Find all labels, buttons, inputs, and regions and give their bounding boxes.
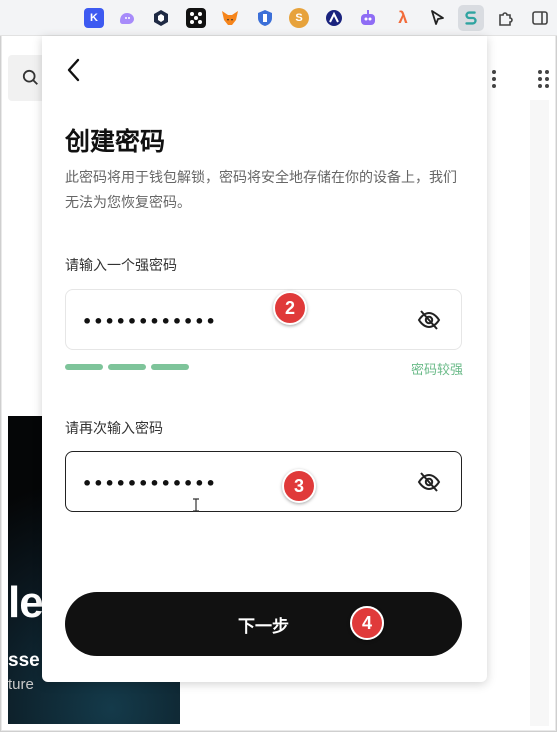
- robot-extension-icon[interactable]: [358, 8, 378, 28]
- password-input[interactable]: ••••••••••••: [65, 289, 462, 350]
- background-hero-heading: le: [8, 578, 44, 627]
- strength-segment: [65, 364, 103, 370]
- page-description: 此密码将用于钱包解锁，密码将安全地存储在你的设备上，我们无法为您恢复密码。: [65, 170, 457, 211]
- back-button[interactable]: [62, 56, 86, 84]
- s-wallet-extension-icon[interactable]: [458, 5, 484, 31]
- s-coin-glyph: S: [295, 12, 303, 24]
- step-badge-4: 4: [350, 606, 384, 640]
- ghost-extension-icon[interactable]: [117, 8, 137, 28]
- s-coin-extension-icon[interactable]: S: [289, 8, 309, 28]
- metamask-fox-icon[interactable]: [220, 8, 240, 28]
- arrow-extension-icon[interactable]: [427, 8, 447, 28]
- puzzle-extensions-icon[interactable]: [496, 8, 516, 28]
- circle-a-extension-icon[interactable]: [324, 8, 344, 28]
- browser-extension-toolbar: K S λ: [0, 0, 557, 36]
- lambda-glyph: λ: [398, 8, 408, 27]
- eye-off-icon: [417, 310, 441, 330]
- shield-extension-icon[interactable]: [255, 8, 275, 28]
- background-hero-subheading: sse: [8, 650, 40, 671]
- confirm-password-label: 请再次输入密码: [65, 421, 163, 437]
- step-badge-3: 3: [282, 469, 316, 503]
- apps-grid-icon[interactable]: [537, 70, 549, 88]
- page-title: 创建密码: [65, 127, 166, 156]
- password-strength-label: 密码较强: [410, 363, 463, 378]
- create-password-popup: 创建密码 此密码将用于钱包解锁，密码将安全地存储在你的设备上，我们无法为您恢复密…: [42, 36, 487, 682]
- chevron-left-icon: [67, 58, 80, 82]
- next-step-button[interactable]: 下一步: [65, 592, 462, 656]
- strength-segment: [151, 364, 189, 370]
- confirm-password-masked-value: ••••••••••••: [82, 474, 217, 493]
- more-options-icon[interactable]: [492, 70, 496, 91]
- text-cursor-icon: [193, 498, 199, 512]
- background-search-bar[interactable]: [8, 55, 42, 101]
- password-masked-value: ••••••••••••: [82, 312, 217, 331]
- confirm-password-input[interactable]: ••••••••••••: [65, 451, 462, 512]
- background-scroll-area: [530, 100, 549, 726]
- strength-segment: [108, 364, 146, 370]
- step-badge-2: 2: [273, 291, 307, 325]
- toggle-visibility-button[interactable]: [417, 308, 441, 332]
- eye-off-icon: [417, 472, 441, 492]
- background-hero-caption: ture: [8, 676, 34, 693]
- search-icon: [22, 69, 38, 85]
- password-label: 请输入一个强密码: [65, 258, 177, 274]
- k-extension-icon[interactable]: K: [84, 8, 104, 28]
- side-panel-icon[interactable]: [530, 8, 550, 28]
- dice-extension-icon[interactable]: [186, 8, 206, 28]
- lambda-extension-icon[interactable]: λ: [393, 8, 413, 28]
- toggle-confirm-visibility-button[interactable]: [417, 470, 441, 494]
- k-extension-glyph: K: [90, 12, 98, 24]
- hex-extension-icon[interactable]: [151, 8, 171, 28]
